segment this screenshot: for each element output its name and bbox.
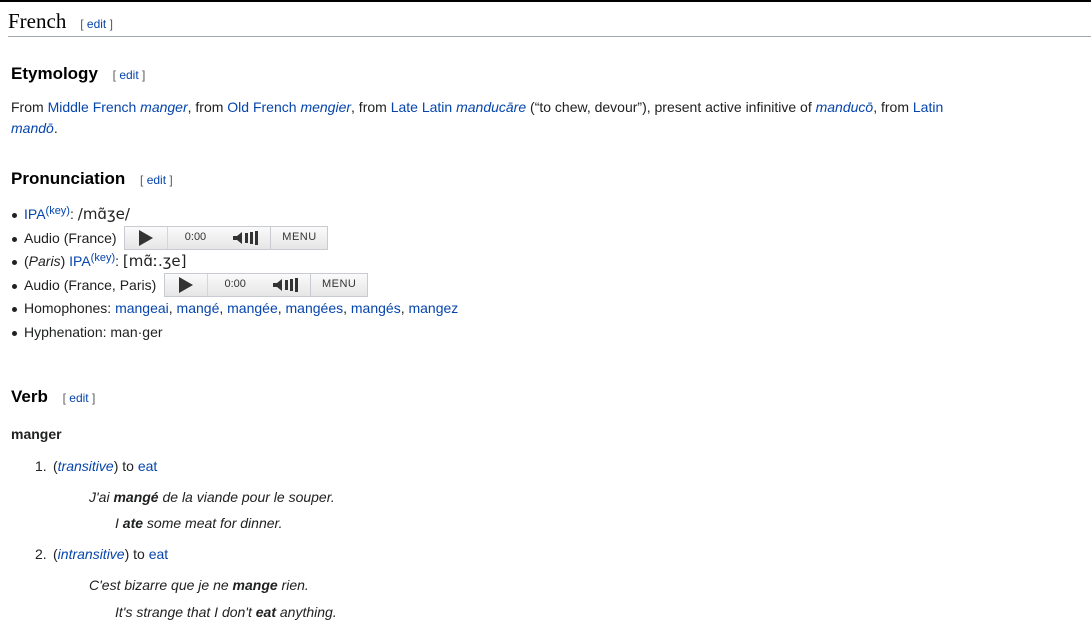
top-rule [0, 0, 1091, 2]
volume-icon [233, 230, 259, 245]
list-item-hyphenation: Hyphenation: man·ger [11, 321, 458, 345]
sense-number: 1. [35, 458, 47, 474]
list-item-audio-paris: Audio (France, Paris) 0:00 MENU [11, 272, 458, 298]
example-translation: I ate some meat for dinner. [115, 515, 283, 531]
audio-label: Audio (France) [24, 229, 117, 246]
pronunciation-heading: Pronunciation [ edit ] [11, 168, 173, 191]
edit-section-french: [ edit ] [80, 17, 113, 31]
ipa-link[interactable]: IPA [69, 253, 91, 269]
label-link[interactable]: transitive [58, 458, 114, 474]
homophones-label: Homophones: [24, 300, 116, 316]
play-icon [139, 229, 154, 246]
homophone-link[interactable]: mangez [408, 300, 458, 316]
edit-section-verb: [ edit ] [62, 391, 96, 405]
list-item-homophones: Homophones: mangeai, mangé, mangée, mang… [11, 297, 458, 321]
play-button[interactable] [125, 226, 169, 249]
audio-label: Audio (France, Paris) [24, 276, 157, 293]
audio-player: 0:00 MENU [124, 225, 329, 250]
gloss-link[interactable]: eat [138, 458, 157, 474]
ipa-key-link[interactable]: (key) [91, 252, 115, 264]
ipa-value: /mɑ̃ʒe/ [77, 205, 130, 223]
ipa-key-link[interactable]: (key) [46, 205, 70, 217]
list-item-audio-france: Audio (France) 0:00 MENU [11, 225, 458, 251]
list-item-ipa-paris: (Paris) IPA(key): [mɑ̃ː.ʒe] [11, 250, 458, 274]
play-button[interactable] [165, 273, 209, 296]
gloss-link[interactable]: eat [149, 546, 168, 562]
homophone-link[interactable]: mangées [286, 300, 344, 316]
list-item-ipa: IPA(key): /mɑ̃ʒe/ [11, 203, 458, 227]
example-translation: It's strange that I don't eat anything. [115, 604, 337, 620]
edit-link[interactable]: edit [87, 17, 106, 31]
link-late-latin[interactable]: Late Latin [391, 99, 453, 115]
volume-icon [273, 277, 299, 292]
edit-link[interactable]: edit [119, 68, 138, 82]
menu-button[interactable]: MENU [270, 226, 327, 249]
homophone-link[interactable]: mangé [177, 300, 220, 316]
audio-player: 0:00 MENU [164, 272, 369, 297]
etymology-heading: Etymology [ edit ] [11, 63, 145, 86]
link-latin[interactable]: Latin [913, 99, 943, 115]
sense-item: 1. (transitive) to eat [35, 456, 157, 477]
homophone-link[interactable]: mangés [351, 300, 401, 316]
verb-heading: Verb [ edit ] [11, 386, 95, 409]
link-manduco[interactable]: manducō [816, 99, 874, 115]
hyphenation-text: Hyphenation: man·ger [24, 323, 163, 340]
link-middle-french[interactable]: Middle French [48, 99, 137, 115]
label-link[interactable]: intransitive [58, 546, 125, 562]
time-display: 0:00 [184, 231, 207, 244]
link-manger[interactable]: manger [140, 99, 187, 115]
homophone-link[interactable]: mangée [227, 300, 278, 316]
edit-link[interactable]: edit [69, 391, 88, 405]
usage-example: J'ai mangé de la viande pour le souper. [89, 489, 335, 505]
ipa-link[interactable]: IPA [24, 206, 46, 222]
sense-number: 2. [35, 546, 47, 562]
place-label: Paris [28, 253, 61, 269]
usage-example: C'est bizarre que je ne mange rien. [89, 577, 309, 593]
language-title: French [8, 9, 67, 33]
etymology-text: From Middle French manger, from Old Fren… [11, 99, 944, 136]
homophone-link[interactable]: mangeai [115, 300, 169, 316]
link-mengier[interactable]: mengier [300, 99, 351, 115]
edit-link[interactable]: edit [147, 173, 166, 187]
headword: manger [11, 426, 62, 442]
menu-button[interactable]: MENU [310, 273, 367, 296]
volume-button[interactable] [262, 274, 310, 296]
link-old-french[interactable]: Old French [227, 99, 296, 115]
edit-section-pronunciation: [ edit ] [140, 173, 173, 187]
volume-button[interactable] [222, 227, 270, 249]
language-heading: French [ edit ] [8, 7, 1091, 37]
link-manducare[interactable]: manducāre [456, 99, 526, 115]
link-mando[interactable]: mandō [11, 120, 54, 136]
pronunciation-list: IPA(key): /mɑ̃ʒe/ Audio (France) 0:00 ME… [11, 203, 458, 344]
sense-item: 2. (intransitive) to eat [35, 544, 168, 565]
ipa-value: [mɑ̃ː.ʒe] [122, 252, 187, 270]
time-display: 0:00 [224, 278, 246, 291]
pronunciation-title: Pronunciation [11, 169, 126, 188]
etymology-title: Etymology [11, 64, 98, 83]
edit-section-etymology: [ edit ] [112, 68, 146, 82]
play-icon [179, 276, 194, 293]
verb-title: Verb [11, 387, 48, 406]
